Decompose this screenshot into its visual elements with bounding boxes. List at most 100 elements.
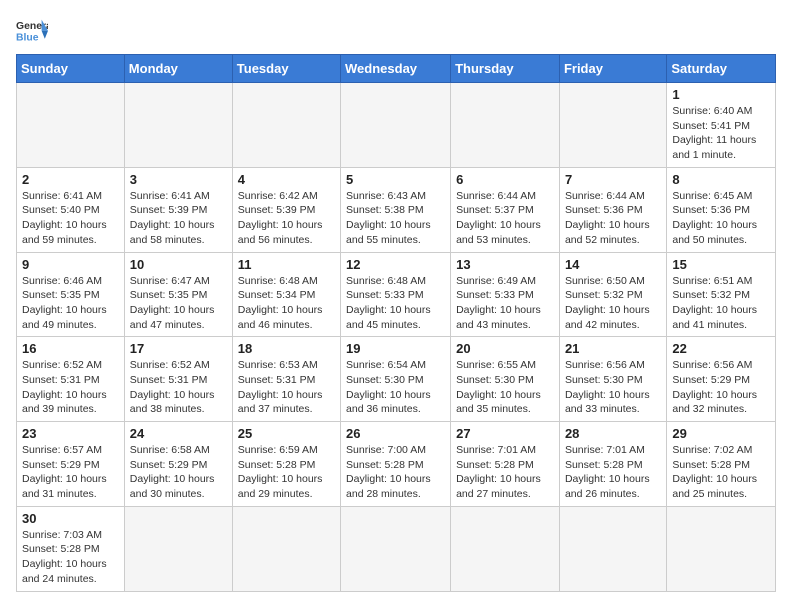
logo-icon: General Blue (16, 16, 48, 44)
day-number: 16 (22, 341, 119, 356)
calendar-cell: 7Sunrise: 6:44 AMSunset: 5:36 PMDaylight… (559, 167, 666, 252)
day-info: Sunrise: 7:02 AMSunset: 5:28 PMDaylight:… (672, 443, 770, 502)
calendar-week-1: 1Sunrise: 6:40 AMSunset: 5:41 PMDaylight… (17, 83, 776, 168)
calendar-cell (17, 83, 125, 168)
calendar-week-3: 9 Sunrise: 6:46 AMSunset: 5:35 PMDaylight… (17, 252, 776, 337)
day-info: Sunrise: 7:01 AMSunset: 5:28 PMDaylight:… (456, 443, 554, 502)
day-number: 7 (565, 172, 661, 187)
calendar-cell (559, 83, 666, 168)
day-number: 21 (565, 341, 661, 356)
page-header: General Blue (16, 16, 776, 44)
calendar-cell: 3Sunrise: 6:41 AMSunset: 5:39 PMDaylight… (124, 167, 232, 252)
day-number: 20 (456, 341, 554, 356)
day-info: Sunrise: 6:56 AMSunset: 5:29 PMDaylight:… (672, 358, 770, 417)
day-info: Sunrise: 6:55 AMSunset: 5:30 PMDaylight:… (456, 358, 554, 417)
calendar-cell (124, 83, 232, 168)
weekday-header-tuesday: Tuesday (232, 55, 340, 83)
calendar-cell (451, 506, 560, 591)
day-info: Sunrise: 6:46 AMSunset: 5:35 PMDaylight:… (22, 274, 119, 333)
day-number: 29 (672, 426, 770, 441)
calendar-cell: 27 Sunrise: 7:01 AMSunset: 5:28 PMDayligh… (451, 422, 560, 507)
calendar-cell: 2 Sunrise: 6:41 AMSunset: 5:40 PMDaylight… (17, 167, 125, 252)
calendar-cell: 26 Sunrise: 7:00 AMSunset: 5:28 PMDayligh… (341, 422, 451, 507)
day-info: Sunrise: 6:58 AMSunset: 5:29 PMDaylight:… (130, 443, 227, 502)
day-number: 24 (130, 426, 227, 441)
weekday-header-thursday: Thursday (451, 55, 560, 83)
calendar-cell: 16Sunrise: 6:52 AMSunset: 5:31 PMDayligh… (17, 337, 125, 422)
calendar-cell (341, 506, 451, 591)
weekday-header-sunday: Sunday (17, 55, 125, 83)
day-info: Sunrise: 6:53 AMSunset: 5:31 PMDaylight:… (238, 358, 335, 417)
calendar-cell: 25 Sunrise: 6:59 AMSunset: 5:28 PMDayligh… (232, 422, 340, 507)
day-number: 14 (565, 257, 661, 272)
day-info: Sunrise: 6:59 AMSunset: 5:28 PMDaylight:… (238, 443, 335, 502)
weekday-header-monday: Monday (124, 55, 232, 83)
calendar-cell (232, 506, 340, 591)
calendar-week-4: 16 Sunrise: 6:52 AMSunset: 5:31 PMDayligh… (17, 337, 776, 422)
day-info: Sunrise: 6:49 AMSunset: 5:33 PMDaylight:… (456, 274, 554, 333)
calendar-cell: 6 Sunrise: 6:44 AMSunset: 5:37 PMDaylight… (451, 167, 560, 252)
calendar-cell: 21 Sunrise: 6:56 AMSunset: 5:30 PMDayligh… (559, 337, 666, 422)
day-info: Sunrise: 7:03 AMSunset: 5:28 PMDaylight:… (22, 528, 119, 587)
calendar-cell (451, 83, 560, 168)
day-number: 2 (22, 172, 119, 187)
day-number: 23 (22, 426, 119, 441)
weekday-header-wednesday: Wednesday (341, 55, 451, 83)
day-info: Sunrise: 6:48 AMSunset: 5:33 PMDaylight:… (346, 274, 445, 333)
day-number: 19 (346, 341, 445, 356)
day-info: Sunrise: 6:40 AMSunset: 5:41 PMDaylight:… (672, 104, 770, 163)
calendar-cell: 22 Sunrise: 6:56 AMSunset: 5:29 PMDayligh… (667, 337, 776, 422)
day-number: 13 (456, 257, 554, 272)
calendar-cell: 24 Sunrise: 6:58 AMSunset: 5:29 PMDayligh… (124, 422, 232, 507)
day-info: Sunrise: 6:52 AMSunset: 5:31 PMDaylight:… (130, 358, 227, 417)
day-number: 17 (130, 341, 227, 356)
calendar-cell: 10Sunrise: 6:47 AMSunset: 5:35 PMDayligh… (124, 252, 232, 337)
day-info: Sunrise: 6:42 AMSunset: 5:39 PMDaylight:… (238, 189, 335, 248)
calendar-cell: 8 Sunrise: 6:45 AMSunset: 5:36 PMDaylight… (667, 167, 776, 252)
calendar-cell: 29 Sunrise: 7:02 AMSunset: 5:28 PMDayligh… (667, 422, 776, 507)
day-info: Sunrise: 6:48 AMSunset: 5:34 PMDaylight:… (238, 274, 335, 333)
day-number: 11 (238, 257, 335, 272)
calendar-cell: 13 Sunrise: 6:49 AMSunset: 5:33 PMDayligh… (451, 252, 560, 337)
day-number: 26 (346, 426, 445, 441)
day-info: Sunrise: 6:57 AMSunset: 5:29 PMDaylight:… (22, 443, 119, 502)
calendar-cell: 1Sunrise: 6:40 AMSunset: 5:41 PMDaylight… (667, 83, 776, 168)
calendar-cell: 12 Sunrise: 6:48 AMSunset: 5:33 PMDayligh… (341, 252, 451, 337)
calendar-cell: 23 Sunrise: 6:57 AMSunset: 5:29 PMDayligh… (17, 422, 125, 507)
calendar-cell (124, 506, 232, 591)
day-number: 8 (672, 172, 770, 187)
day-number: 4 (238, 172, 335, 187)
day-info: Sunrise: 6:45 AMSunset: 5:36 PMDaylight:… (672, 189, 770, 248)
day-number: 25 (238, 426, 335, 441)
day-number: 27 (456, 426, 554, 441)
weekday-header-friday: Friday (559, 55, 666, 83)
calendar-cell: 20 Sunrise: 6:55 AMSunset: 5:30 PMDayligh… (451, 337, 560, 422)
day-info: Sunrise: 6:47 AMSunset: 5:35 PMDaylight:… (130, 274, 227, 333)
day-number: 3 (130, 172, 227, 187)
day-info: Sunrise: 6:44 AMSunset: 5:37 PMDaylight:… (456, 189, 554, 248)
calendar-cell: 4 Sunrise: 6:42 AMSunset: 5:39 PMDaylight… (232, 167, 340, 252)
day-info: Sunrise: 7:01 AMSunset: 5:28 PMDaylight:… (565, 443, 661, 502)
calendar-cell: 9 Sunrise: 6:46 AMSunset: 5:35 PMDaylight… (17, 252, 125, 337)
day-number: 9 (22, 257, 119, 272)
calendar-table: SundayMondayTuesdayWednesdayThursdayFrid… (16, 54, 776, 592)
calendar-cell (232, 83, 340, 168)
day-number: 28 (565, 426, 661, 441)
day-number: 12 (346, 257, 445, 272)
day-number: 22 (672, 341, 770, 356)
calendar-cell (667, 506, 776, 591)
day-info: Sunrise: 6:56 AMSunset: 5:30 PMDaylight:… (565, 358, 661, 417)
day-number: 6 (456, 172, 554, 187)
day-info: Sunrise: 6:51 AMSunset: 5:32 PMDaylight:… (672, 274, 770, 333)
calendar-cell: 18 Sunrise: 6:53 AMSunset: 5:31 PMDayligh… (232, 337, 340, 422)
weekday-header-saturday: Saturday (667, 55, 776, 83)
day-number: 15 (672, 257, 770, 272)
calendar-cell: 17 Sunrise: 6:52 AMSunset: 5:31 PMDayligh… (124, 337, 232, 422)
calendar-cell: 19Sunrise: 6:54 AMSunset: 5:30 PMDayligh… (341, 337, 451, 422)
calendar-cell: 28 Sunrise: 7:01 AMSunset: 5:28 PMDayligh… (559, 422, 666, 507)
calendar-cell: 11 Sunrise: 6:48 AMSunset: 5:34 PMDayligh… (232, 252, 340, 337)
day-info: Sunrise: 6:41 AMSunset: 5:40 PMDaylight:… (22, 189, 119, 248)
day-info: Sunrise: 7:00 AMSunset: 5:28 PMDaylight:… (346, 443, 445, 502)
calendar-cell: 30Sunrise: 7:03 AMSunset: 5:28 PMDayligh… (17, 506, 125, 591)
day-number: 18 (238, 341, 335, 356)
